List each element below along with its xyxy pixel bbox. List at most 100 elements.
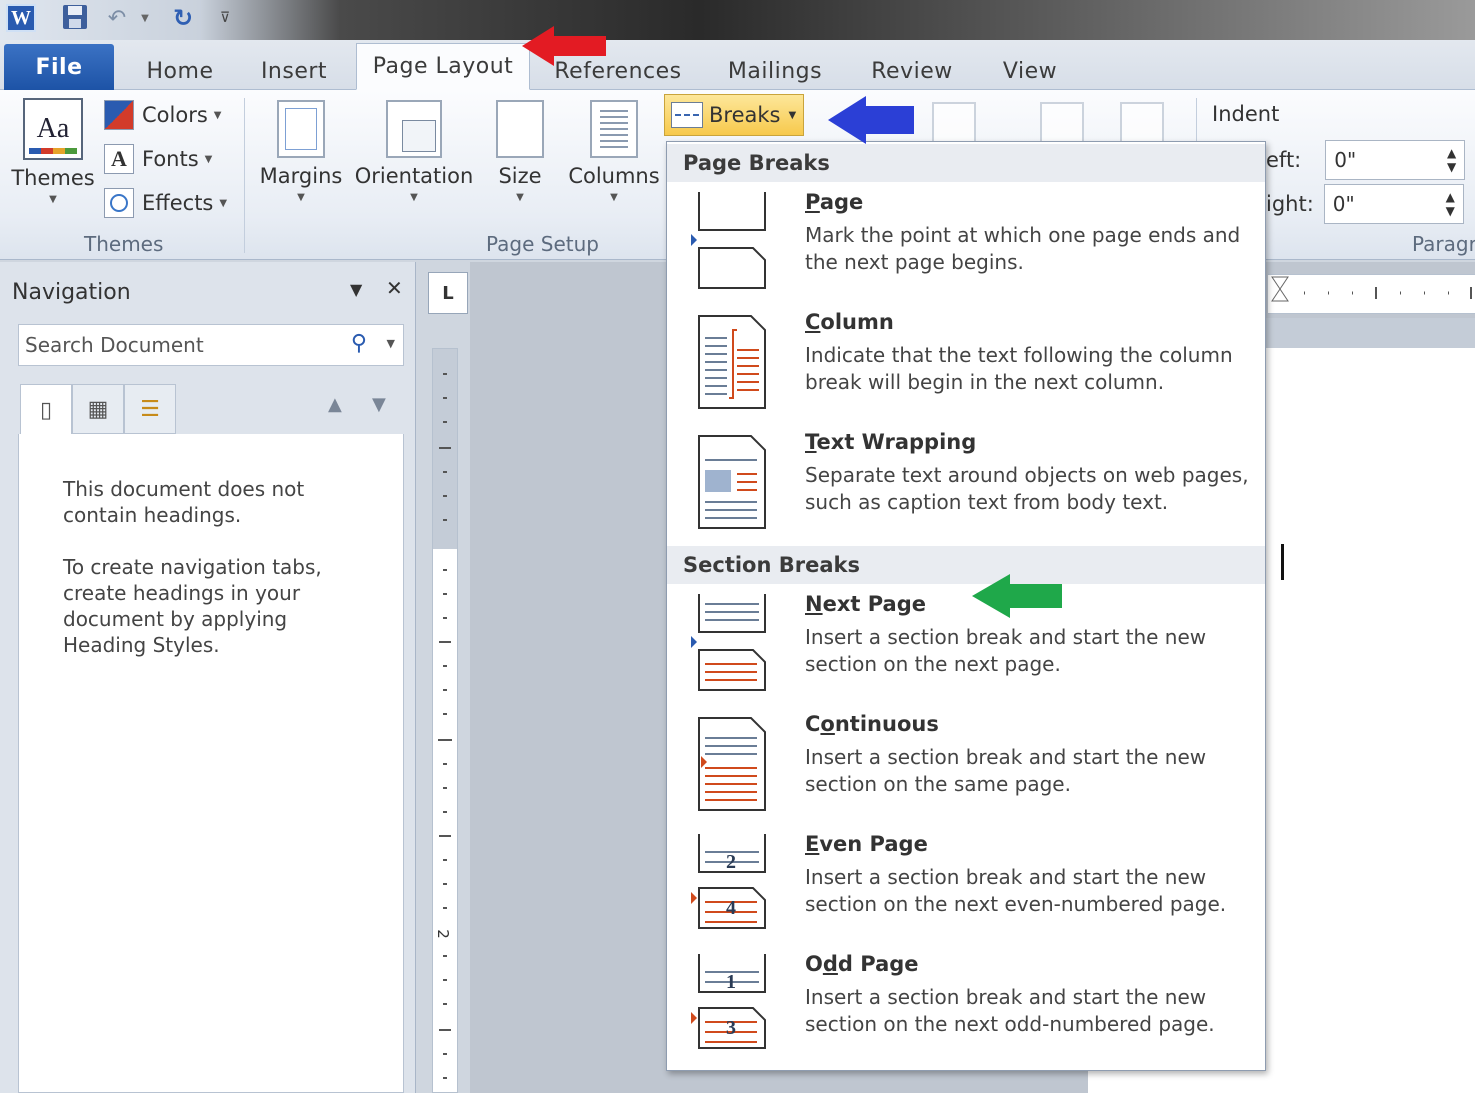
menu-item-title: Even Page: [805, 832, 928, 856]
chevron-down-icon: ▼: [49, 194, 57, 205]
svg-text:4: 4: [726, 897, 736, 919]
breaks-icon: [671, 102, 703, 128]
tab-home[interactable]: Home: [135, 52, 225, 90]
save-icon[interactable]: [62, 4, 88, 30]
even-page-item[interactable]: 2 4 Even Page Insert a section break and…: [667, 828, 1265, 946]
chevron-down-icon: ▼: [213, 109, 222, 121]
menu-item-description: Insert a section break and start the new…: [805, 865, 1227, 916]
svg-text:2: 2: [726, 851, 736, 873]
horizontal-ruler[interactable]: [1268, 274, 1475, 314]
breaks-dropdown-menu: Page Breaks Page Mark the point at which…: [666, 141, 1266, 1071]
orientation-icon: [386, 100, 442, 158]
breaks-label: Breaks: [709, 103, 781, 127]
customize-quick-access-icon[interactable]: ⊽: [214, 4, 236, 32]
margins-button[interactable]: Margins ▼: [256, 100, 346, 203]
menu-item-title: Next Page: [805, 592, 926, 616]
page-break-item[interactable]: Page Mark the point at which one page en…: [667, 186, 1265, 304]
navigation-view-tabs: ▯ ▦ ☰ ▲ ▼: [18, 384, 404, 436]
indent-left-label: eft:: [1266, 148, 1302, 172]
page-break-icon: [691, 192, 766, 289]
breaks-button[interactable]: Breaks ▼: [664, 94, 804, 136]
next-heading-icon[interactable]: ▼: [372, 394, 386, 415]
navigation-header: Navigation ▼ ✕: [4, 270, 412, 314]
browse-pages-tab[interactable]: ▦: [72, 384, 124, 434]
tab-selector-button[interactable]: L: [428, 272, 468, 314]
create-headings-message: To create navigation tabs, create headin…: [63, 555, 322, 657]
colors-button[interactable]: Colors ▼: [104, 100, 221, 130]
text-wrapping-item[interactable]: Text Wrapping Separate text around objec…: [667, 426, 1265, 544]
tab-page-layout[interactable]: Page Layout: [356, 43, 530, 90]
menu-item-description: Insert a section break and start the new…: [805, 625, 1207, 676]
indent-right-label: ight:: [1266, 192, 1314, 216]
themes-icon-text: Aa: [36, 113, 70, 144]
fonts-button[interactable]: A Fonts ▼: [104, 144, 212, 174]
chevron-down-icon: ▼: [410, 192, 418, 203]
word-app-icon[interactable]: W: [6, 4, 36, 32]
columns-icon: [590, 100, 638, 158]
columns-label: Columns: [568, 164, 660, 188]
tab-mailings[interactable]: Mailings: [712, 52, 838, 90]
previous-heading-icon[interactable]: ▲: [328, 394, 342, 415]
colors-icon: [104, 100, 134, 130]
search-document-input[interactable]: Search Document ⚲ ▼: [18, 324, 404, 366]
indent-label: Indent: [1212, 102, 1280, 126]
even-page-icon: 2 4: [691, 834, 766, 929]
indent-left-row: eft: 0" ▲ ▼: [1266, 140, 1466, 180]
margins-icon: [277, 100, 325, 158]
chevron-down-icon: ▼: [219, 197, 228, 209]
browse-headings-tab[interactable]: ▯: [20, 384, 72, 436]
search-icon[interactable]: ⚲: [351, 331, 367, 356]
orientation-label: Orientation: [354, 164, 474, 188]
tab-file[interactable]: File: [4, 44, 114, 90]
indent-right-row: ight: 0" ▲ ▼: [1266, 184, 1464, 224]
page-breaks-header: Page Breaks: [667, 144, 1265, 182]
themes-button[interactable]: Aa Themes ▼: [10, 98, 96, 205]
group-separator: [244, 98, 245, 253]
odd-page-item[interactable]: 1 3 Odd Page Insert a section break and …: [667, 948, 1265, 1066]
tab-insert[interactable]: Insert: [248, 52, 340, 90]
menu-item-description: Insert a section break and start the new…: [805, 985, 1215, 1036]
fonts-label: Fonts: [142, 147, 199, 171]
odd-page-icon: 1 3: [691, 954, 766, 1049]
tab-view[interactable]: View: [990, 52, 1070, 90]
search-dropdown-icon[interactable]: ▼: [387, 337, 395, 350]
tab-review[interactable]: Review: [860, 52, 964, 90]
undo-icon[interactable]: ↶: [104, 4, 130, 32]
menu-item-description: Mark the point at which one page ends an…: [805, 223, 1241, 274]
continuous-item[interactable]: Continuous Insert a section break and st…: [667, 708, 1265, 826]
themes-label: Themes: [11, 166, 95, 190]
no-headings-message: This document does not contain headings.: [63, 477, 305, 527]
spinner-arrows-icon[interactable]: ▲ ▼: [1446, 190, 1455, 218]
redo-icon[interactable]: ↻: [170, 4, 196, 32]
pane-options-icon[interactable]: ▼: [350, 280, 362, 299]
browse-results-tab[interactable]: ☰: [124, 384, 176, 434]
tab-selector-label: L: [442, 282, 454, 304]
orientation-button[interactable]: Orientation ▼: [352, 100, 476, 203]
menu-item-title: Odd Page: [805, 952, 919, 976]
spinner-arrows-icon[interactable]: ▲ ▼: [1447, 146, 1456, 174]
colors-label: Colors: [142, 103, 208, 127]
search-placeholder: Search Document: [25, 333, 204, 357]
themes-icon: Aa: [23, 98, 83, 160]
column-break-item[interactable]: Column Indicate that the text following …: [667, 306, 1265, 424]
effects-label: Effects: [142, 191, 214, 215]
close-icon[interactable]: ✕: [386, 276, 403, 300]
indent-right-spinner[interactable]: 0" ▲ ▼: [1323, 184, 1464, 224]
next-page-icon: [691, 594, 766, 691]
effects-button[interactable]: Effects ▼: [104, 188, 227, 218]
menu-item-description: Insert a section break and start the new…: [805, 745, 1207, 796]
vertical-ruler[interactable]: 2: [432, 348, 458, 1093]
chevron-down-icon: ▼: [516, 192, 524, 203]
next-page-item[interactable]: Next Page Insert a section break and sta…: [667, 588, 1265, 706]
text-wrapping-icon: [698, 435, 766, 529]
columns-button[interactable]: Columns ▼: [566, 100, 662, 203]
menu-item-description: Separate text around objects on web page…: [805, 463, 1249, 514]
paragraph-group-label: Paragr: [1412, 232, 1475, 256]
menu-item-title: Page: [805, 190, 864, 214]
size-button[interactable]: Size ▼: [480, 100, 560, 203]
indent-left-spinner[interactable]: 0" ▲ ▼: [1325, 140, 1466, 180]
green-annotation-arrow: [972, 574, 1062, 618]
ribbon-tab-row: File Home Insert Page Layout References …: [0, 40, 1475, 90]
undo-dropdown-icon[interactable]: ▼: [138, 4, 152, 32]
vertical-ruler-number: 2: [433, 929, 452, 939]
